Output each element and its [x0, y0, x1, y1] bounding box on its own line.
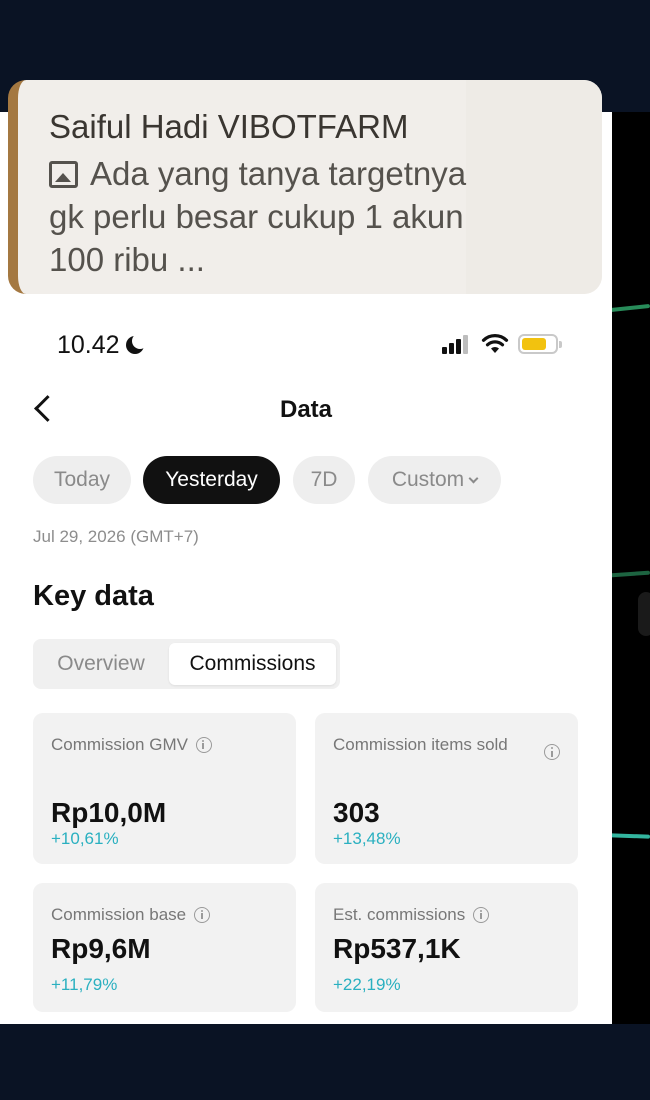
green-streak — [610, 570, 650, 578]
info-icon[interactable] — [544, 744, 560, 760]
filter-today[interactable]: Today — [33, 456, 131, 504]
key-data-title: Key data — [33, 580, 154, 612]
filter-yesterday[interactable]: Yesterday — [143, 456, 280, 504]
info-icon[interactable] — [473, 906, 490, 923]
tab-commissions[interactable]: Commissions — [169, 643, 336, 685]
status-bar-time: 10.42 — [57, 331, 148, 360]
metric-label-text: Commission GMV — [51, 735, 188, 754]
notification-message-text: Ada yang tanya targetnya gk perlu besar … — [49, 155, 467, 278]
filter-custom-label: Custom — [391, 468, 465, 491]
chevron-down-icon — [468, 473, 479, 483]
tab-overview[interactable]: Overview — [37, 643, 165, 685]
teal-streak — [610, 833, 650, 839]
notification-thumbnail — [466, 80, 602, 294]
notification-sender: Saiful Hadi VIBOTFARM — [49, 108, 409, 145]
metric-label: Commission GMV — [51, 733, 212, 756]
metric-card-commission-base[interactable]: Commission base Rp9,6M +11,79% — [33, 883, 296, 1012]
info-icon[interactable] — [194, 906, 211, 923]
clock: 10.42 — [57, 331, 120, 359]
battery-icon — [518, 334, 562, 354]
cellular-signal-icon — [442, 335, 469, 354]
metric-label: Commission base — [51, 903, 211, 926]
metric-delta: +10,61% — [51, 829, 119, 848]
metric-delta: +22,19% — [333, 975, 401, 994]
filter-custom[interactable]: Custom — [368, 456, 501, 504]
screenshot-stage: Saiful Hadi VIBOTFARM Ada yang tanya tar… — [0, 0, 650, 1100]
key-data-tabs: Overview Commissions — [33, 639, 340, 689]
metric-delta: +13,48% — [333, 829, 401, 848]
metric-value: Rp10,0M — [51, 797, 167, 828]
metric-label: Commission items sold — [333, 735, 508, 754]
moon-icon — [125, 332, 148, 356]
background-right-edge — [610, 112, 650, 1024]
metric-card-est-commissions[interactable]: Est. commissions Rp537,1K +22,19% — [315, 883, 578, 1012]
wifi-icon — [481, 334, 509, 353]
notification-message: Ada yang tanya targetnya gk perlu besar … — [49, 152, 469, 281]
date-range-label: Jul 29, 2026 (GMT+7) — [33, 527, 199, 546]
metric-value: Rp537,1K — [333, 933, 461, 964]
metric-label: Est. commissions — [333, 903, 490, 926]
green-streak — [610, 303, 650, 313]
page-title: Data — [279, 396, 333, 423]
metric-label-text: Commission base — [51, 905, 187, 924]
bottom-dark-bar — [0, 1024, 650, 1100]
metric-value: 303 — [333, 797, 380, 828]
metric-delta: +11,79% — [51, 975, 118, 994]
image-icon — [49, 161, 78, 188]
info-icon[interactable] — [195, 736, 212, 753]
camera-bezel — [638, 592, 650, 636]
notification-banner[interactable]: Saiful Hadi VIBOTFARM Ada yang tanya tar… — [8, 80, 602, 294]
metric-label-text: Est. commissions — [333, 905, 466, 924]
metric-value: Rp9,6M — [51, 933, 151, 964]
metric-card-commission-items-sold[interactable]: Commission items sold 303 +13,48% — [315, 713, 578, 864]
filter-7d[interactable]: 7D — [293, 456, 355, 504]
metric-card-commission-gmv[interactable]: Commission GMV Rp10,0M +10,61% — [33, 713, 296, 864]
